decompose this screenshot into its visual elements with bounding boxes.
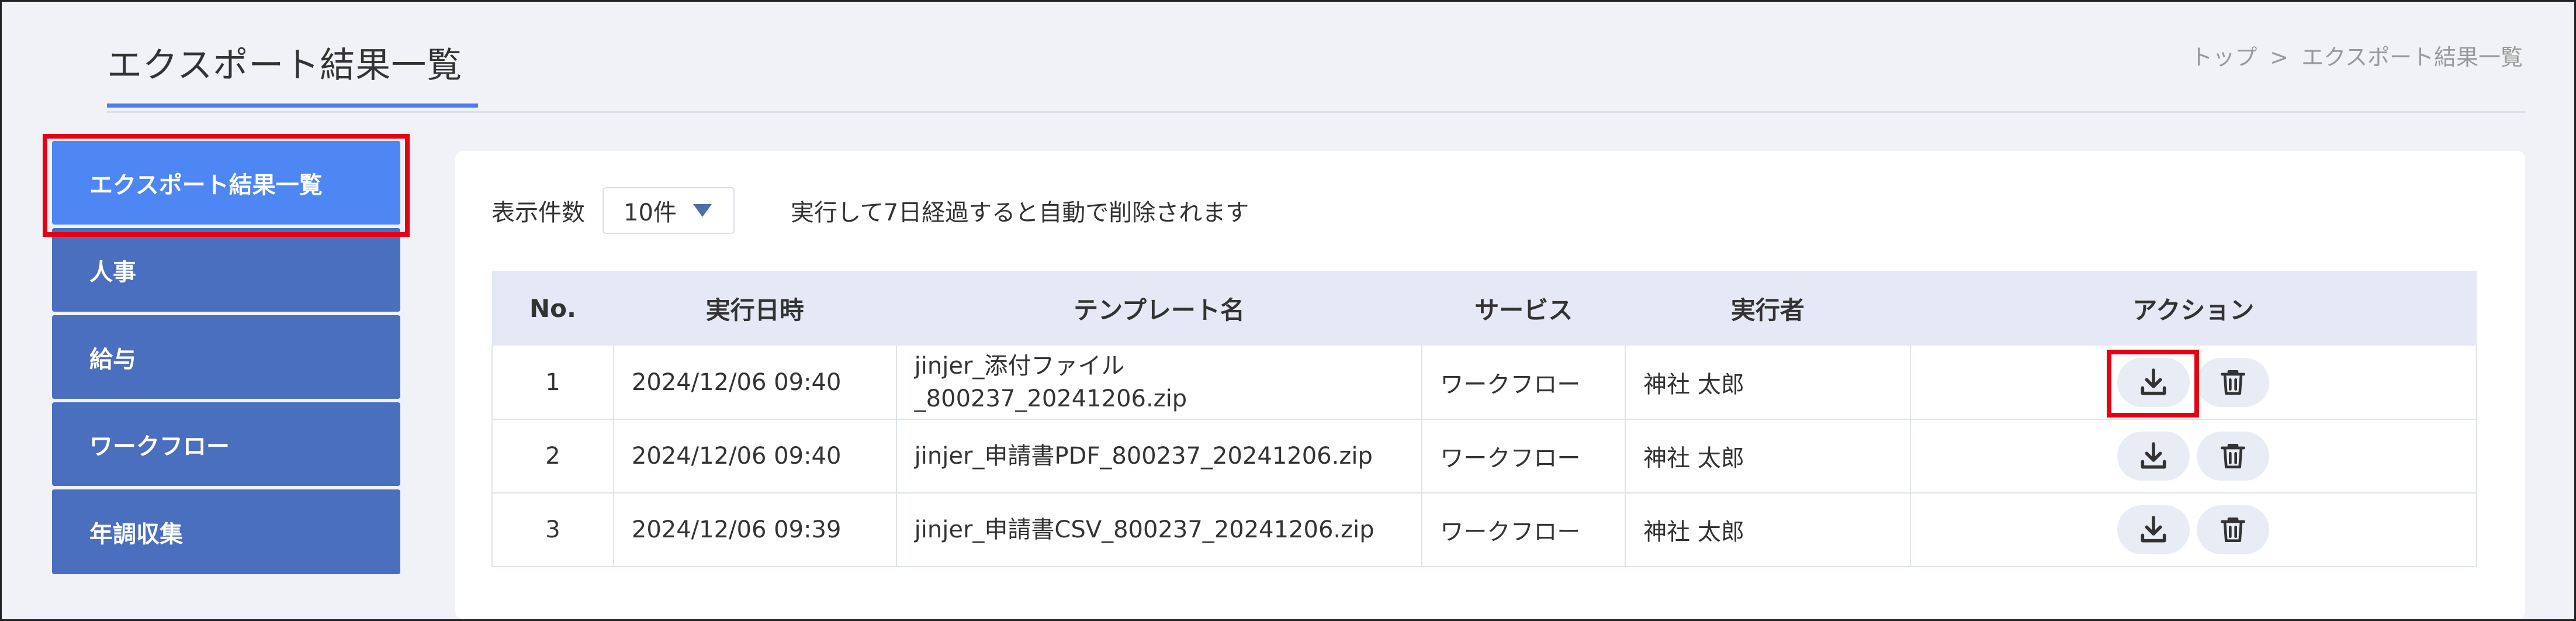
sidebar-item-label: 人事: [89, 258, 136, 286]
toolbar: 表示件数 10件 実行して7日経過すると自動で削除されます: [491, 187, 1249, 234]
column-header-no: No.: [492, 271, 614, 346]
table-row: 3 2024/12/06 09:39 jinjer_申請書CSV_800237_…: [491, 492, 2478, 567]
column-header-action: アクション: [1910, 271, 2477, 346]
sidebar-item-hr[interactable]: 人事: [52, 228, 400, 312]
delete-button[interactable]: [2197, 357, 2270, 407]
page-title: エクスポート結果一覧: [107, 45, 463, 86]
highlight-box-sidebar: [43, 134, 410, 237]
cell-datetime: 2024/12/06 09:40: [612, 346, 897, 420]
breadcrumb-top-link[interactable]: トップ: [2190, 44, 2257, 70]
download-button[interactable]: [2117, 505, 2190, 554]
export-results-table: No. 実行日時 テンプレート名 サービス 実行者 アクション 1 2024/1…: [491, 271, 2478, 567]
auto-delete-notice: 実行して7日経過すると自動で削除されます: [791, 199, 1249, 226]
column-header-service: サービス: [1422, 271, 1626, 346]
download-icon: [2141, 442, 2166, 469]
template-name-line: jinjer_添付ファイル: [914, 352, 1125, 380]
sidebar-item-workflow[interactable]: ワークフロー: [52, 402, 400, 486]
cell-template: jinjer_申請書PDF_800237_20241206.zip: [895, 419, 1423, 494]
trash-icon: [2221, 518, 2246, 542]
export-results-card: 表示件数 10件 実行して7日経過すると自動で削除されます No. 実行日時 テ…: [455, 151, 2525, 619]
cell-service: ワークフロー: [1421, 346, 1626, 420]
sidebar-item-label: 給与: [89, 346, 136, 373]
cell-user: 神社 太郎: [1625, 419, 1911, 494]
column-header-user: 実行者: [1625, 271, 1910, 346]
sidebar-item-year-end-adjustment[interactable]: 年調収集: [52, 489, 400, 574]
cell-service: ワークフロー: [1421, 492, 1626, 567]
display-count-value: 10件: [624, 199, 677, 226]
cell-no: 2: [491, 419, 614, 494]
app-window: エクスポート結果一覧 トップ > エクスポート結果一覧 エクスポート結果一覧 人事 …: [0, 0, 2576, 621]
cell-template: jinjer_申請書CSV_800237_20241206.zip: [895, 492, 1423, 567]
cell-no: 3: [491, 492, 614, 567]
cell-actions: [1909, 492, 2478, 567]
sidebar-item-label: ワークフロー: [89, 433, 230, 460]
delete-button[interactable]: [2197, 432, 2270, 481]
cell-datetime: 2024/12/06 09:39: [612, 492, 897, 567]
display-count-select[interactable]: 10件: [603, 187, 735, 234]
cell-no: 1: [491, 346, 614, 420]
header-divider: [107, 111, 2525, 113]
download-button[interactable]: [2117, 432, 2190, 481]
cell-datetime: 2024/12/06 09:40: [612, 419, 897, 494]
trash-icon: [2221, 370, 2246, 395]
template-name-line: _800237_20241206.zip: [914, 385, 1187, 412]
caret-down-icon: [693, 204, 712, 217]
template-name-line: jinjer_申請書PDF_800237_20241206.zip: [914, 443, 1373, 470]
display-count-label: 表示件数: [491, 199, 585, 226]
download-icon: [2141, 516, 2166, 543]
column-header-template: テンプレート名: [896, 271, 1422, 346]
breadcrumb: トップ > エクスポート結果一覧: [2190, 39, 2523, 71]
breadcrumb-separator: >: [2270, 44, 2289, 70]
trash-icon: [2221, 444, 2246, 468]
table-row: 2 2024/12/06 09:40 jinjer_申請書PDF_800237_…: [491, 419, 2478, 494]
column-header-datetime: 実行日時: [613, 271, 896, 346]
cell-user: 神社 太郎: [1625, 346, 1911, 420]
cell-user: 神社 太郎: [1625, 492, 1911, 567]
highlight-box-download: [2107, 350, 2199, 418]
cell-actions: [1909, 419, 2478, 494]
delete-button[interactable]: [2197, 505, 2270, 554]
sidebar-item-payroll[interactable]: 給与: [52, 315, 400, 399]
cell-service: ワークフロー: [1421, 419, 1626, 494]
sidebar-item-label: 年調収集: [89, 520, 183, 548]
template-name-line: jinjer_申請書CSV_800237_20241206.zip: [914, 516, 1374, 543]
breadcrumb-current: エクスポート結果一覧: [2301, 44, 2523, 70]
table-header-row: No. 実行日時 テンプレート名 サービス 実行者 アクション: [492, 271, 2477, 346]
title-underline: [107, 104, 478, 108]
cell-template: jinjer_添付ファイル _800237_20241206.zip: [895, 346, 1423, 420]
